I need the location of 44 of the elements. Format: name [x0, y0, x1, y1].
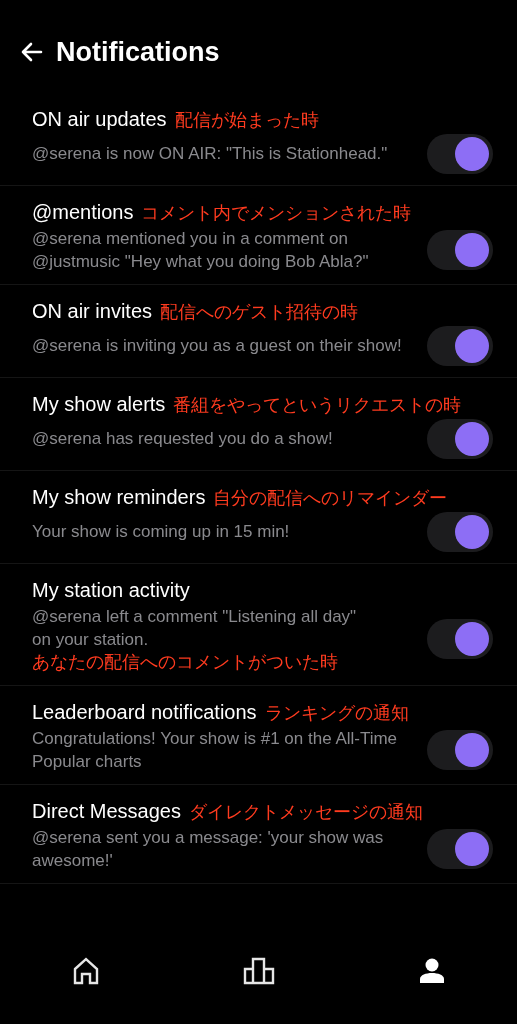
setting-description: Your show is coming up in 15 min! — [32, 522, 290, 541]
annotation: ランキングの通知 — [264, 701, 409, 725]
annotation: あなたの配信へのコメントがついた時 — [32, 650, 339, 674]
setting-title: ON air invites — [32, 298, 153, 324]
annotation: ダイレクトメッセージの通知 — [188, 800, 423, 824]
setting-description: @serena left a comment "Listening all day" on your station. — [32, 605, 358, 651]
setting-title: My show alerts — [32, 391, 166, 417]
toggle-switch[interactable] — [427, 325, 493, 366]
toggle-knob — [455, 421, 489, 456]
profile-icon[interactable] — [417, 957, 446, 985]
toggle-knob — [455, 732, 489, 767]
home-icon[interactable] — [71, 957, 100, 985]
toggle-knob — [455, 622, 489, 656]
annotation: 番組をやってというリクエストの時 — [173, 393, 462, 417]
setting-title: My station activity — [32, 577, 190, 603]
toggle-knob — [455, 514, 489, 549]
annotation: 配信が始まった時 — [174, 108, 319, 132]
toggle-switch[interactable] — [427, 619, 493, 659]
setting-description: @serena mentioned you in a comment on @justmusic "Hey what you doing Bob Abla?" — [32, 228, 369, 271]
setting-description: @serena sent you a message: 'your show was awesome!' — [32, 827, 384, 870]
setting-title: Leaderboard notifications — [32, 699, 257, 725]
toggle-switch[interactable] — [427, 828, 493, 869]
setting-description: @serena has requested you do a show! — [32, 429, 333, 448]
toggle-knob — [455, 831, 489, 866]
toggle-knob — [455, 328, 489, 363]
setting-description: @serena is now ON AIR: "This is Stationhead." — [32, 144, 388, 163]
toggle-switch[interactable] — [427, 418, 493, 459]
setting-title: Direct Messages — [32, 798, 181, 824]
setting-title: My show reminders — [32, 484, 206, 510]
setting-title: ON air updates — [32, 106, 167, 132]
annotation: コメント内でメンションされた時 — [141, 201, 412, 225]
annotation: 配信へのゲスト招待の時 — [160, 300, 359, 324]
bar-chart-icon[interactable] — [242, 957, 275, 985]
toggle-knob — [455, 136, 489, 171]
page-title: Notifications — [56, 36, 220, 69]
setting-title: @mentions — [32, 199, 134, 225]
toggle-switch[interactable] — [427, 511, 493, 552]
toggle-knob — [455, 232, 489, 267]
setting-description: Congratulations! Your show is #1 on the All-Time Popular charts — [32, 728, 398, 771]
toggle-switch[interactable] — [427, 729, 493, 770]
toggle-switch[interactable] — [427, 133, 493, 174]
toggle-switch[interactable] — [427, 229, 493, 270]
annotation: 自分の配信へのリマインダー — [213, 486, 448, 510]
setting-description: @serena is inviting you as a guest on their show! — [32, 336, 402, 355]
